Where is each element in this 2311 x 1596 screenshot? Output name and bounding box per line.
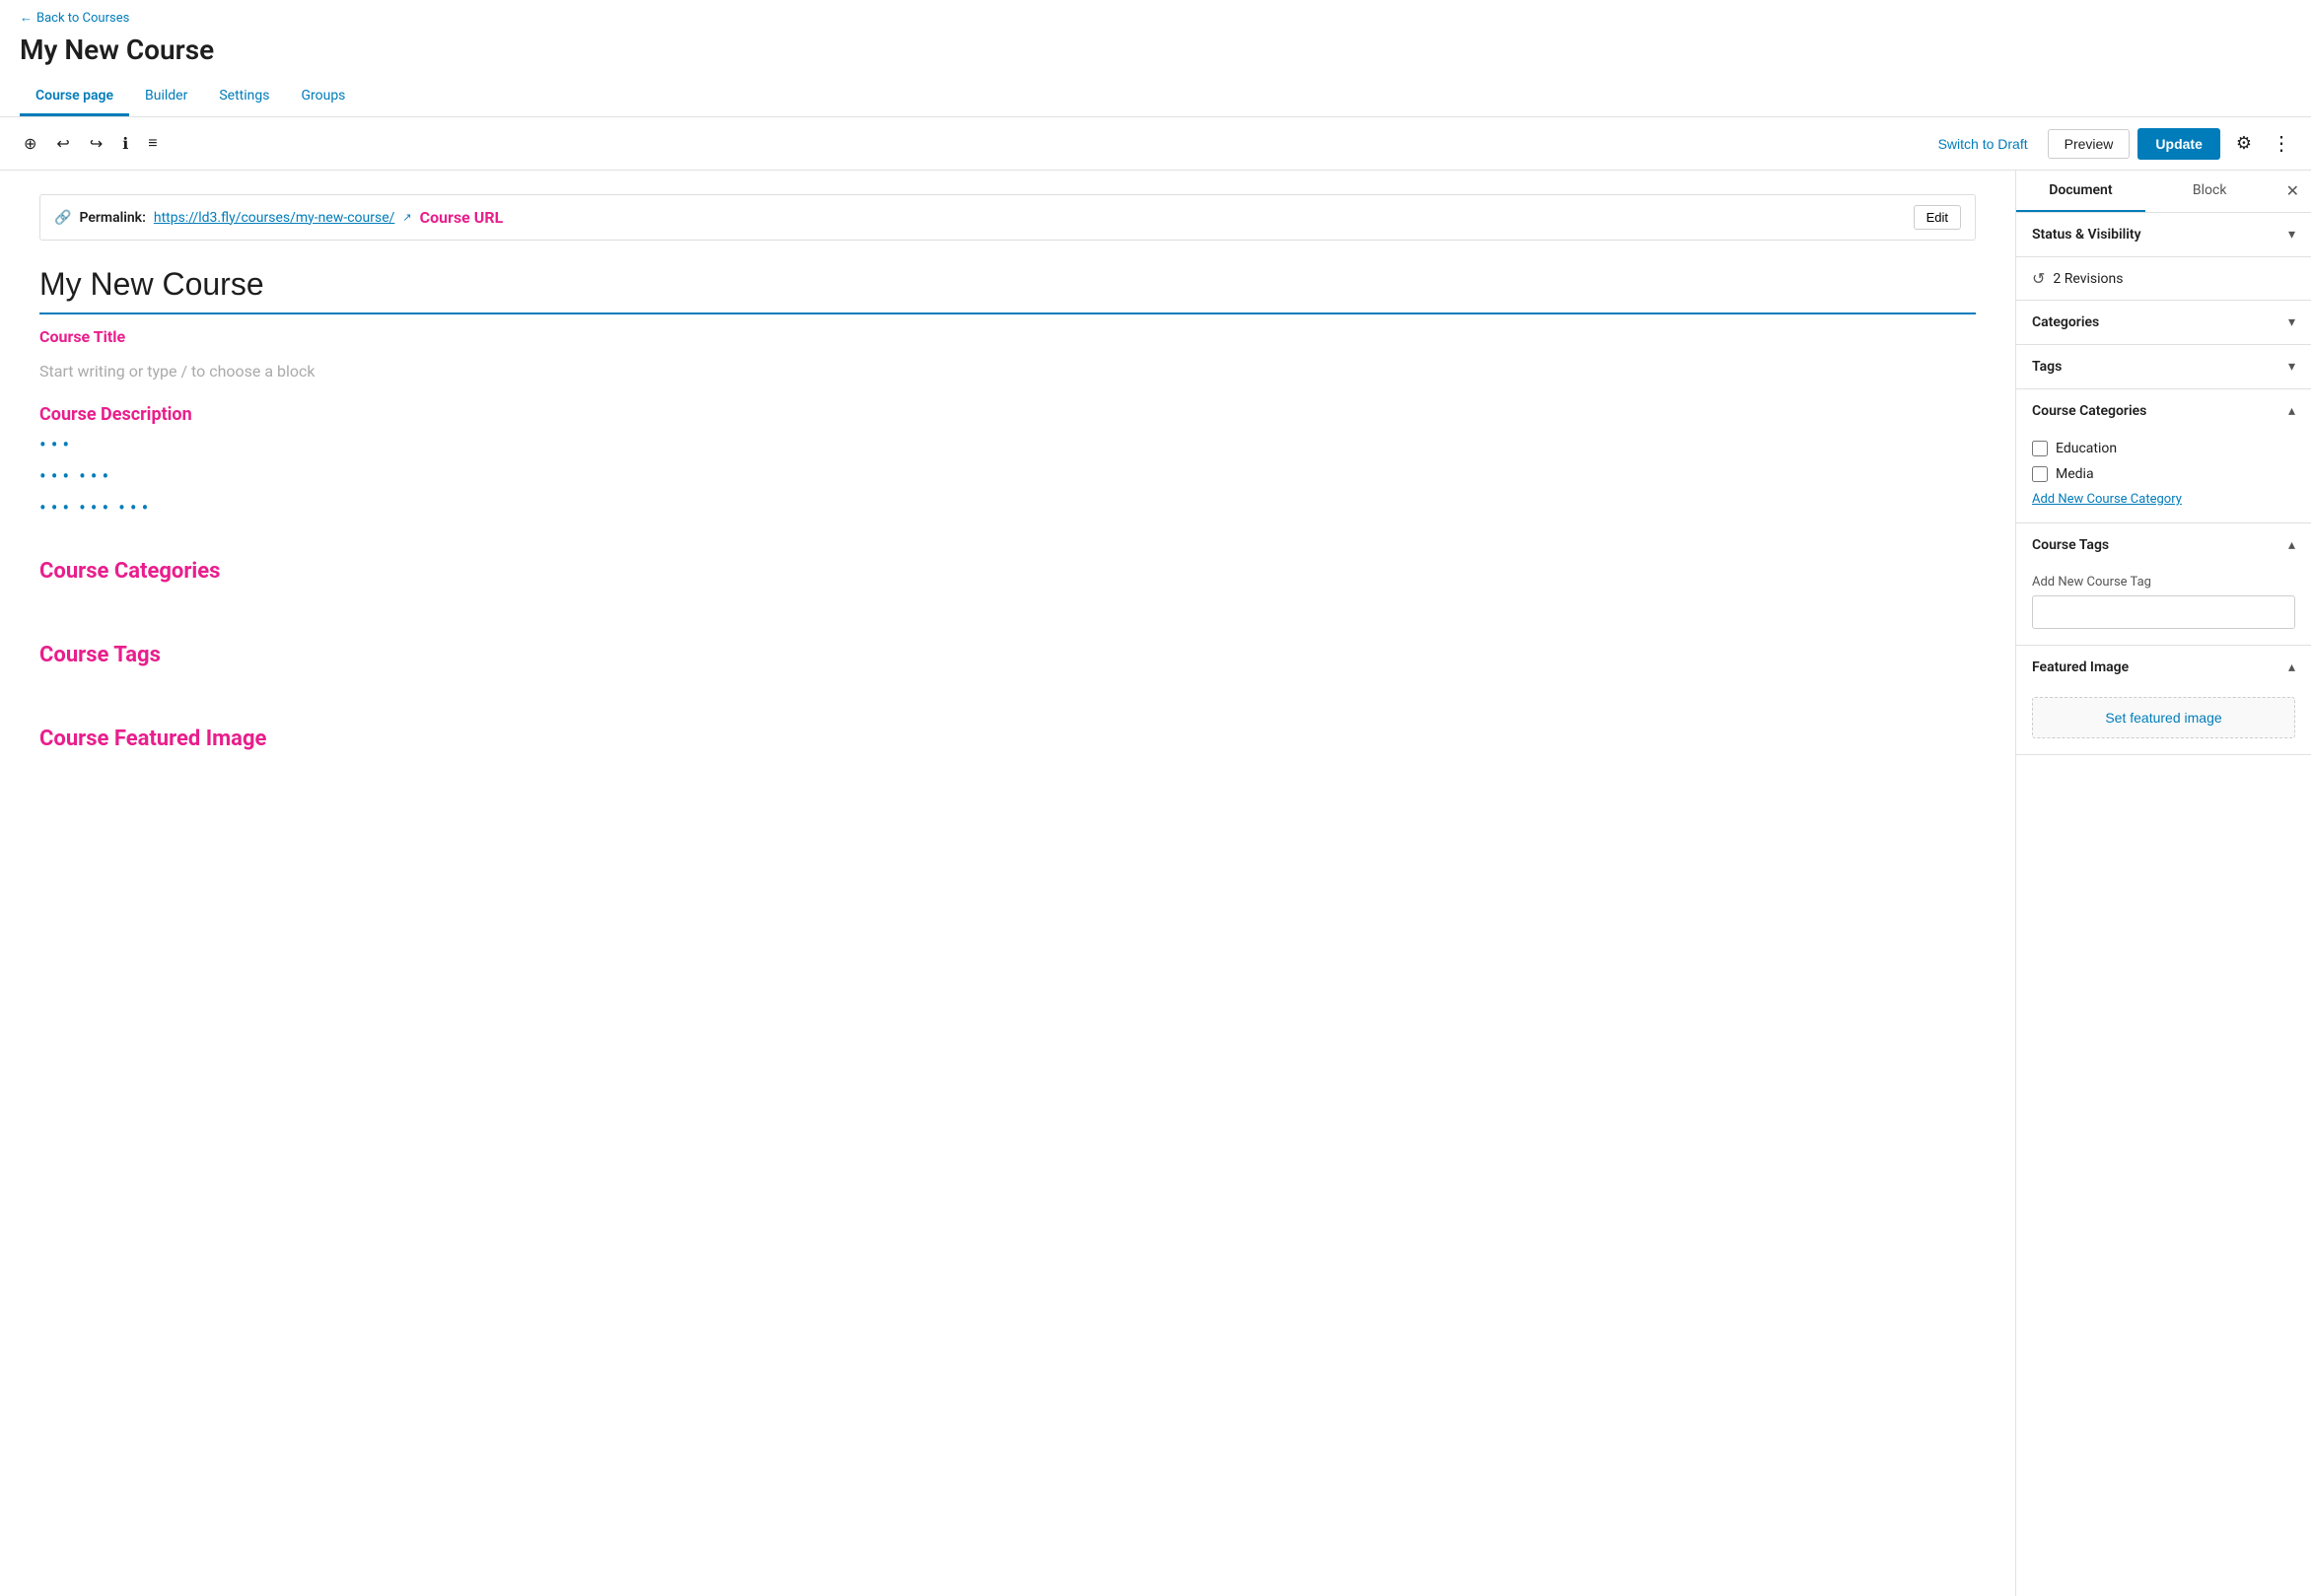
permalink-label: Permalink:: [79, 210, 145, 226]
tab-groups[interactable]: Groups: [285, 78, 361, 116]
page-title: My New Course: [20, 34, 2291, 66]
undo-button[interactable]: ↩: [48, 128, 77, 160]
course-featured-image-main-annotation: Course Featured Image: [39, 727, 266, 751]
tag-input[interactable]: [2032, 595, 2295, 629]
course-categories-section: Course Categories ▴ Education Media Add …: [2016, 389, 2311, 523]
top-bar: Back to Courses My New Course Course pag…: [0, 0, 2311, 117]
content-block-1[interactable]: • • •: [39, 433, 1976, 456]
editor-area: 🔗 Permalink: https://ld3.fly/courses/my-…: [0, 171, 2015, 1596]
tab-builder[interactable]: Builder: [129, 78, 203, 116]
editor-placeholder[interactable]: Start writing or type / to choose a bloc…: [39, 362, 1976, 381]
content-block-3[interactable]: • • • • • • • • •: [39, 496, 1976, 520]
tag-input-label: Add New Course Tag: [2032, 575, 2295, 590]
course-description-annotation: Course Description: [39, 404, 1976, 425]
featured-image-section: Featured Image ▴ Set featured image: [2016, 646, 2311, 755]
tab-course-page[interactable]: Course page: [20, 78, 129, 116]
course-tags-chevron: ▴: [2288, 537, 2295, 553]
categories-header[interactable]: Categories ▾: [2016, 301, 2311, 344]
external-link-icon: ↗: [402, 211, 411, 224]
category-education-label: Education: [2056, 441, 2117, 456]
permalink-bar: 🔗 Permalink: https://ld3.fly/courses/my-…: [39, 194, 1976, 241]
categories-section: Categories ▾: [2016, 301, 2311, 345]
tags-chevron: ▾: [2288, 359, 2295, 375]
categories-chevron: ▾: [2288, 314, 2295, 330]
featured-image-chevron: ▴: [2288, 659, 2295, 675]
sidebar-close-button[interactable]: ✕: [2275, 171, 2311, 212]
toolbar-right: Switch to Draft Preview Update ⚙ ⋮: [1926, 125, 2295, 162]
settings-button[interactable]: ⚙: [2228, 127, 2260, 160]
course-categories-header[interactable]: Course Categories ▴: [2016, 389, 2311, 433]
featured-image-content: Set featured image: [2016, 689, 2311, 754]
switch-draft-button[interactable]: Switch to Draft: [1926, 130, 2040, 158]
featured-image-header[interactable]: Featured Image ▴: [2016, 646, 2311, 689]
status-visibility-header[interactable]: Status & Visibility ▾: [2016, 213, 2311, 256]
sidebar-tabs: Document Block ✕: [2016, 171, 2311, 213]
category-media-row: Media: [2032, 466, 2295, 482]
course-categories-main-annotation: Course Categories: [39, 559, 220, 584]
status-visibility-chevron: ▾: [2288, 227, 2295, 243]
course-tags-title: Course Tags: [2032, 537, 2109, 553]
info-button[interactable]: ℹ: [114, 128, 136, 160]
preview-button[interactable]: Preview: [2048, 129, 2131, 159]
course-tags-main-annotation: Course Tags: [39, 643, 161, 667]
course-tags-content: Add New Course Tag: [2016, 567, 2311, 645]
category-media-label: Media: [2056, 466, 2094, 482]
add-category-link[interactable]: Add New Course Category: [2032, 492, 2295, 507]
permalink-url[interactable]: https://ld3.fly/courses/my-new-course/: [154, 210, 395, 226]
add-block-button[interactable]: ⊕: [16, 128, 44, 160]
tags-section: Tags ▾: [2016, 345, 2311, 389]
course-categories-title: Course Categories: [2032, 403, 2146, 419]
set-featured-image-button[interactable]: Set featured image: [2032, 697, 2295, 738]
tab-document[interactable]: Document: [2016, 171, 2145, 212]
status-visibility-section: Status & Visibility ▾: [2016, 213, 2311, 257]
course-title-input[interactable]: [39, 256, 1976, 314]
main-layout: 🔗 Permalink: https://ld3.fly/courses/my-…: [0, 171, 2311, 1596]
revisions-label: 2 Revisions: [2053, 271, 2123, 287]
course-title-annotation: Course Title: [39, 327, 125, 346]
tab-settings[interactable]: Settings: [203, 78, 285, 116]
category-education-checkbox[interactable]: [2032, 441, 2048, 456]
list-view-button[interactable]: ≡: [140, 129, 165, 159]
revisions-section: ↺ 2 Revisions: [2016, 257, 2311, 301]
revisions-row[interactable]: ↺ 2 Revisions: [2016, 257, 2311, 300]
status-visibility-title: Status & Visibility: [2032, 227, 2141, 243]
course-tags-header[interactable]: Course Tags ▴: [2016, 523, 2311, 567]
course-categories-content: Education Media Add New Course Category: [2016, 433, 2311, 522]
edit-permalink-button[interactable]: Edit: [1914, 205, 1961, 230]
tags-header[interactable]: Tags ▾: [2016, 345, 2311, 388]
tags-title: Tags: [2032, 359, 2062, 375]
redo-button[interactable]: ↪: [82, 128, 110, 160]
course-url-annotation: Course URL: [420, 208, 504, 227]
more-options-button[interactable]: ⋮: [2268, 125, 2295, 162]
tab-block[interactable]: Block: [2145, 171, 2275, 212]
categories-title: Categories: [2032, 314, 2099, 330]
update-button[interactable]: Update: [2137, 128, 2219, 160]
course-tags-section: Course Tags ▴ Add New Course Tag: [2016, 523, 2311, 646]
back-link[interactable]: Back to Courses: [20, 10, 129, 26]
sidebar: Document Block ✕ Status & Visibility ▾ ↺…: [2015, 171, 2311, 1596]
course-categories-chevron: ▴: [2288, 403, 2295, 419]
revisions-icon: ↺: [2032, 269, 2045, 288]
tabs-nav: Course page Builder Settings Groups: [20, 78, 2291, 116]
toolbar-left: ⊕ ↩ ↪ ℹ ≡: [16, 128, 1919, 160]
content-block-2[interactable]: • • • • • •: [39, 464, 1976, 488]
category-media-checkbox[interactable]: [2032, 466, 2048, 482]
editor-toolbar: ⊕ ↩ ↪ ℹ ≡ Switch to Draft Preview Update…: [0, 117, 2311, 171]
link-icon: 🔗: [54, 210, 71, 226]
featured-image-title: Featured Image: [2032, 659, 2129, 675]
category-education-row: Education: [2032, 441, 2295, 456]
